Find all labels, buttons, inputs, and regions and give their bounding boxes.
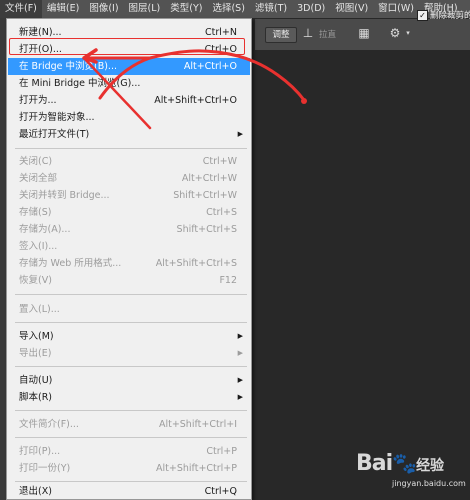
- menu-item-shortcut: Shift+Ctrl+S: [176, 224, 237, 235]
- menu-item-shortcut: Ctrl+Q: [204, 486, 237, 497]
- watermark-brand-cn: 经验: [416, 458, 445, 474]
- menu-item-file-info[interactable]: 文件简介(F)... Alt+Shift+Ctrl+I: [8, 416, 250, 433]
- menu-view[interactable]: 视图(V): [330, 0, 373, 18]
- submenu-arrow-icon: ▶: [237, 393, 243, 401]
- menu-item-label: 打印一份(Y): [19, 463, 71, 474]
- menu-separator: [15, 481, 247, 482]
- menu-type[interactable]: 类型(Y): [165, 0, 207, 18]
- menu-item-save-for-web[interactable]: 存储为 Web 所用格式... Alt+Shift+Ctrl+S: [8, 255, 250, 272]
- menu-item-shortcut: Ctrl+P: [206, 446, 237, 457]
- menu-item-automate[interactable]: 自动(U) ▶: [8, 372, 250, 389]
- menu-item-label: 退出(X): [19, 486, 52, 497]
- submenu-arrow-icon: ▶: [237, 130, 243, 138]
- menu-separator: [15, 322, 247, 323]
- menu-item-close-go-bridge[interactable]: 关闭并转到 Bridge... Shift+Ctrl+W: [8, 187, 250, 204]
- file-menu-dropdown: 新建(N)... Ctrl+N 打开(O)... Ctrl+O 在 Bridge 中…: [6, 18, 252, 500]
- menu-filter[interactable]: 滤镜(T): [250, 0, 292, 18]
- watermark-brand: Bai: [356, 451, 393, 476]
- menu-item-label: 置入(L)...: [19, 304, 60, 315]
- menu-item-label: 恢复(V): [19, 275, 52, 286]
- menu-item-label: 存储为(A)...: [19, 224, 71, 235]
- menu-item-close-all[interactable]: 关闭全部 Alt+Ctrl+W: [8, 170, 250, 187]
- baidu-watermark: Bai🐾经验: [356, 451, 444, 476]
- grid-overlay-icon[interactable]: ▦: [357, 25, 371, 41]
- menu-item-shortcut: Alt+Shift+Ctrl+O: [154, 95, 237, 106]
- menu-item-browse-bridge[interactable]: 在 Bridge 中浏览(B)... Alt+Ctrl+O: [8, 58, 250, 75]
- submenu-arrow-icon: ▶: [237, 376, 243, 384]
- menu-item-label: 最近打开文件(T): [19, 129, 90, 140]
- menu-item-print-one-copy[interactable]: 打印一份(Y) Alt+Shift+Ctrl+P: [8, 460, 250, 477]
- menu-item-check-in[interactable]: 签入(I)...: [8, 238, 250, 255]
- menu-item-recent-files[interactable]: 最近打开文件(T) ▶: [8, 126, 250, 143]
- document-canvas: [253, 50, 470, 500]
- menu-item-close[interactable]: 关闭(C) Ctrl+W: [8, 153, 250, 170]
- menu-item-label: 在 Mini Bridge 中浏览(G)...: [19, 78, 141, 89]
- menu-item-import[interactable]: 导入(M) ▶: [8, 328, 250, 345]
- delete-cropped-checkbox[interactable]: ✓: [417, 10, 428, 21]
- menu-item-exit[interactable]: 退出(X) Ctrl+Q: [8, 483, 250, 500]
- menu-item-shortcut: Ctrl+S: [206, 207, 237, 218]
- menu-edit[interactable]: 编辑(E): [42, 0, 84, 18]
- menu-item-label: 打开为智能对象...: [19, 112, 95, 123]
- menu-item-shortcut: Alt+Ctrl+O: [183, 61, 237, 72]
- menu-item-save[interactable]: 存储(S) Ctrl+S: [8, 204, 250, 221]
- menu-item-revert[interactable]: 恢复(V) F12: [8, 272, 250, 289]
- menu-item-shortcut: Alt+Shift+Ctrl+P: [156, 463, 237, 474]
- menu-layer[interactable]: 图层(L): [124, 0, 166, 18]
- menu-item-label: 存储为 Web 所用格式...: [19, 258, 122, 269]
- menu-bar: 文件(F) 编辑(E) 图像(I) 图层(L) 类型(Y) 选择(S) 滤镜(T…: [0, 0, 470, 18]
- menu-item-label: 文件简介(F)...: [19, 419, 79, 430]
- menu-window[interactable]: 窗口(W): [373, 0, 419, 18]
- menu-item-print[interactable]: 打印(P)... Ctrl+P: [8, 443, 250, 460]
- menu-item-label: 脚本(R): [19, 392, 53, 403]
- menu-item-label: 关闭(C): [19, 156, 53, 167]
- menu-item-label: 存储(S): [19, 207, 52, 218]
- menu-item-label: 关闭并转到 Bridge...: [19, 190, 110, 201]
- menu-item-label: 导入(M): [19, 331, 54, 342]
- menu-item-shortcut: Alt+Shift+Ctrl+S: [155, 258, 237, 269]
- menu-separator: [15, 410, 247, 411]
- gear-icon[interactable]: ⚙: [388, 25, 402, 41]
- straighten-adjust-button[interactable]: 调整: [265, 27, 297, 43]
- menu-item-scripts[interactable]: 脚本(R) ▶: [8, 389, 250, 406]
- menu-item-shortcut: Alt+Ctrl+W: [181, 173, 237, 184]
- menu-item-label: 关闭全部: [19, 173, 58, 184]
- menu-item-label: 在 Bridge 中浏览(B)...: [19, 61, 117, 72]
- menu-3d[interactable]: 3D(D): [292, 0, 330, 18]
- menu-file[interactable]: 文件(F): [0, 0, 42, 18]
- menu-item-shortcut: Shift+Ctrl+W: [173, 190, 237, 201]
- menu-item-browse-mini-bridge[interactable]: 在 Mini Bridge 中浏览(G)...: [8, 75, 250, 92]
- annotation-highlight-box: [9, 38, 245, 55]
- menu-item-label: 签入(I)...: [19, 241, 58, 252]
- menu-item-label: 打印(P)...: [19, 446, 61, 457]
- menu-select[interactable]: 选择(S): [207, 0, 249, 18]
- watermark-site: jingyan.baidu.com: [392, 479, 466, 488]
- menu-item-open-smart-object[interactable]: 打开为智能对象...: [8, 109, 250, 126]
- straighten-icon[interactable]: ⊥: [301, 25, 315, 41]
- options-bar: 调整 ⊥ 拉直 ▦ ⚙ ▾: [255, 19, 470, 51]
- menu-item-shortcut: Ctrl+W: [202, 156, 237, 167]
- menu-item-shortcut: Alt+Shift+Ctrl+I: [158, 419, 237, 430]
- menu-separator: [15, 437, 247, 438]
- menu-item-place[interactable]: 置入(L)...: [8, 301, 250, 318]
- menu-image[interactable]: 图像(I): [84, 0, 123, 18]
- straighten-label: 拉直: [319, 30, 337, 40]
- paw-icon: 🐾: [392, 451, 417, 475]
- menu-item-save-as[interactable]: 存储为(A)... Shift+Ctrl+S: [8, 221, 250, 238]
- menu-separator: [15, 366, 247, 367]
- submenu-arrow-icon: ▶: [237, 332, 243, 340]
- submenu-arrow-icon: ▶: [237, 349, 243, 357]
- menu-item-shortcut: F12: [219, 275, 237, 286]
- menu-separator: [15, 294, 247, 295]
- chevron-down-icon[interactable]: ▾: [401, 25, 415, 41]
- menu-item-open-as[interactable]: 打开为... Alt+Shift+Ctrl+O: [8, 92, 250, 109]
- delete-cropped-label: 删除裁剪的: [430, 11, 470, 21]
- menu-separator: [15, 148, 247, 149]
- menu-item-label: 导出(E): [19, 348, 52, 359]
- menu-item-export[interactable]: 导出(E) ▶: [8, 345, 250, 362]
- menu-item-label: 自动(U): [19, 375, 53, 386]
- menu-item-label: 打开为...: [19, 95, 57, 106]
